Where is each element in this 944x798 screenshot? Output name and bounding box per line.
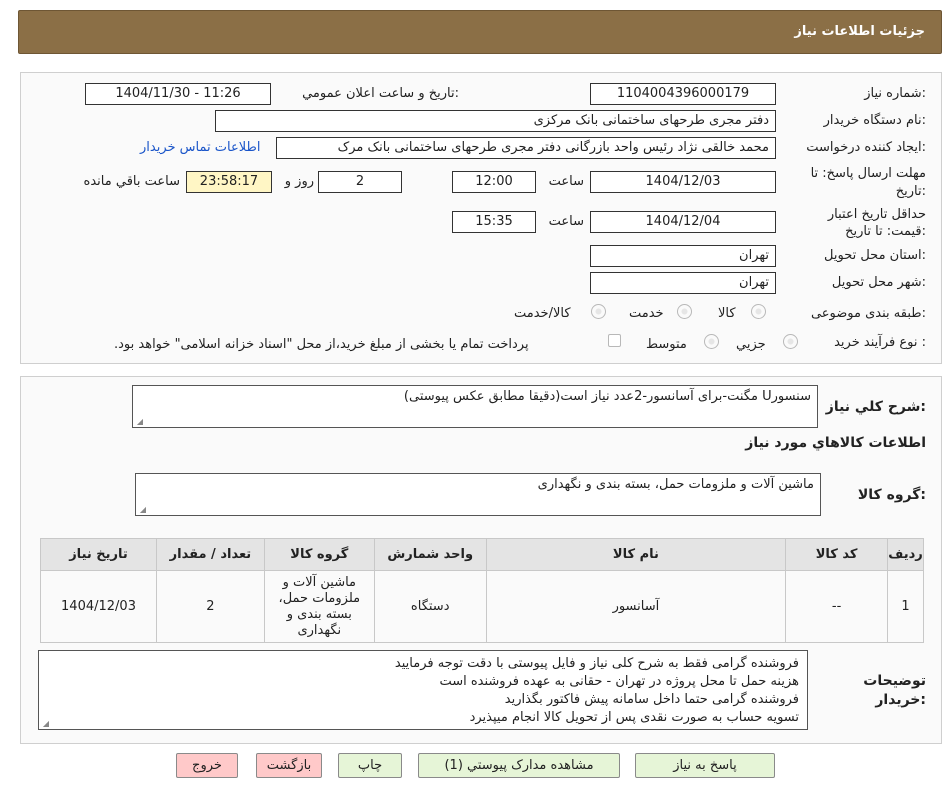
validity-time-label: ساعت [548,214,584,229]
validity-time-field: 15:35 [452,211,536,233]
summary-title-label: شرح کلي نياز: [825,399,926,415]
header-qty: تعداد / مقدار [156,538,265,571]
goods-group-text: ماشین آلات و ملزومات حمل، بسته بندی و نگ… [537,477,814,492]
validity-label-1: حداقل تاريخ اعتبار [827,207,926,222]
deadline-time-field: 12:00 [452,171,536,193]
requester-field: محمد خالقی نژاد رئیس واحد بازرگانی دفتر … [276,137,776,159]
validity-label-2: قيمت: تا تاريخ: [845,224,926,239]
process-label: نوع فرآيند خريد : [834,335,926,350]
resize-grip-icon[interactable]: ◢ [138,506,146,514]
days-field: 2 [318,171,402,193]
notes-line: هزینه حمل تا محل پروژه در تهران - حقانی … [439,674,799,689]
cell-index: 1 [887,570,924,643]
header-row-index: رديف [887,538,924,571]
header-unit: واحد شمارش [373,538,487,571]
buyer-contact-link[interactable]: اطلاعات تماس خريدار [140,140,260,155]
process-option-minor-label: جزيي [736,337,766,352]
header-group: گروه کالا [263,538,375,571]
province-label: استان محل تحويل: [824,248,926,263]
remaining-time-field: 23:58:17 [186,171,272,193]
deadline-date-field: 1404/12/03 [590,171,776,193]
attachments-button[interactable]: مشاهده مدارک پيوستي (1) [418,753,620,778]
city-label: شهر محل تحويل: [831,275,926,290]
treasury-payment-checkbox[interactable] [608,334,621,347]
category-option-service-label: خدمت [629,306,664,321]
notes-line: فروشنده گرامی حتما داخل سامانه پیش فاکتو… [504,692,799,707]
days-label: روز و [284,174,314,189]
cell-qty: 2 [156,570,265,643]
province-field: تهران [590,245,776,267]
exit-button[interactable]: خروج [176,753,238,778]
table-row: 1 -- آسانسور دستگاه ماشین آلات و ملزومات… [40,570,924,643]
print-button[interactable]: چاپ [338,753,402,778]
cell-unit: دستگاه [373,570,487,643]
notes-line: تسویه حساب به صورت نقدی پس از تحویل کالا… [469,710,799,725]
process-option-minor-radio[interactable] [783,334,798,349]
category-label: طبقه بندی موضوعی: [810,306,926,321]
announce-label: تاريخ و ساعت اعلان عمومي: [302,86,459,101]
announce-field: 1404/11/30 - 11:26 [85,83,271,105]
goods-group-label: گروه کالا: [857,487,926,503]
notes-label-2: خريدار: [875,692,926,708]
category-option-goods-label: کالا [718,306,736,321]
cell-code: -- [785,570,889,643]
table-header-row: رديف کد کالا نام کالا واحد شمارش گروه کا… [40,538,924,571]
items-heading: اطلاعات کالاهاي مورد نياز [745,435,926,451]
deadline-label-2: تاريخ: [895,184,926,199]
need-number-label: شماره نياز: [864,86,926,101]
treasury-payment-note: پرداخت تمام يا بخشی از مبلغ خريد،از محل … [114,337,529,352]
validity-date-field: 1404/12/04 [590,211,776,233]
page-header: جزئيات اطلاعات نياز [18,10,942,54]
category-option-both-label: کالا/خدمت [514,306,571,321]
city-field: تهران [590,272,776,294]
category-option-service-radio[interactable] [677,304,692,319]
notes-label-1: توضيحات [863,673,926,689]
cell-date: 1404/12/03 [40,570,157,643]
summary-description-text: سنسورU مگنت-برای آسانسور-2عدد نیاز است(د… [403,389,811,404]
category-option-both-radio[interactable] [591,304,606,319]
buyer-org-label: نام دستگاه خريدار: [823,113,926,128]
items-table: رديف کد کالا نام کالا واحد شمارش گروه کا… [40,538,924,643]
summary-description: سنسورU مگنت-برای آسانسور-2عدد نیاز است(د… [132,385,818,428]
header-name: نام کالا [485,538,787,571]
category-option-goods-radio[interactable] [751,304,766,319]
header-date: تاريخ نياز [40,538,157,571]
requester-label: ايجاد کننده درخواست: [806,140,926,155]
deadline-time-label: ساعت [548,174,584,189]
goods-group-field: ماشین آلات و ملزومات حمل، بسته بندی و نگ… [135,473,821,516]
resize-grip-icon[interactable]: ◢ [135,418,143,426]
page-title: جزئيات اطلاعات نياز [794,24,925,39]
process-option-medium-radio[interactable] [704,334,719,349]
deadline-label-1: مهلت ارسال پاسخ: تا [810,166,926,181]
cell-group: ماشین آلات و ملزومات حمل، بسته بندی و نگ… [263,570,375,643]
resize-grip-icon[interactable]: ◢ [41,720,49,728]
process-option-medium-label: متوسط [646,337,687,352]
back-button[interactable]: بازگشت [256,753,322,778]
buyer-notes: فروشنده گرامی فقط به شرح کلی نیاز و فایل… [38,650,808,730]
need-number-field: 1104004396000179 [590,83,776,105]
header-code: کد کالا [785,538,889,571]
reply-button[interactable]: پاسخ به نياز [635,753,775,778]
buyer-org-field: دفتر مجری طرحهای ساختمانی بانک مرکزی [215,110,776,132]
cell-name: آسانسور [485,570,787,643]
notes-line: فروشنده گرامی فقط به شرح کلی نیاز و فایل… [394,656,799,671]
remaining-label: ساعت باقي مانده [83,174,180,189]
